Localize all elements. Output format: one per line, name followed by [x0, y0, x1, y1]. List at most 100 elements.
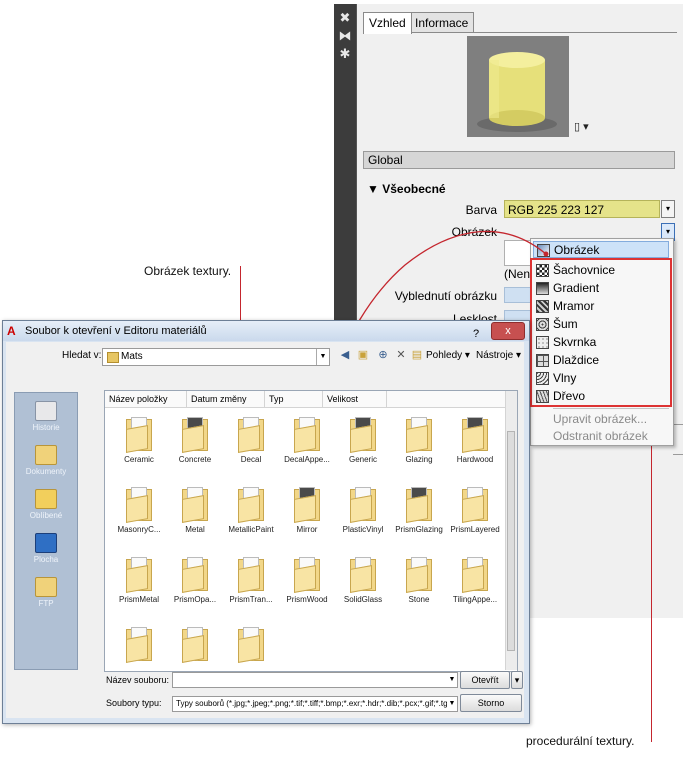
barva-label: Barva [465, 203, 497, 217]
tools-label: Nástroje [476, 350, 514, 361]
properties-icon[interactable]: ✱ [337, 46, 353, 62]
global-bar[interactable]: Global [363, 151, 675, 169]
file-list-header: Název položky Datum změny Typ Velikost [105, 391, 505, 408]
help-button[interactable]: ? [473, 324, 479, 344]
menu-item-obrazek[interactable]: Obrázek [533, 241, 669, 258]
tab-informace[interactable]: Informace [409, 12, 475, 33]
menu-separator [553, 408, 669, 409]
filetype-combo[interactable]: Typy souborů (*.jpg;*.jpeg;*.png;*.tif;*… [172, 696, 458, 712]
folder-item[interactable]: Glazing [391, 417, 447, 477]
obrazek-status: (Neni [504, 267, 533, 281]
tab-vzhled[interactable]: Vzhled [363, 12, 412, 34]
preview-shape-dropdown[interactable]: ▯ ▾ [574, 120, 602, 138]
section-title-label: Všeobecné [382, 182, 446, 196]
folder-icon [406, 557, 432, 593]
folder-icon [238, 487, 264, 523]
callout-line [651, 406, 652, 742]
folder-item[interactable]: PrismLayered [447, 487, 503, 547]
chevron-down-icon[interactable]: ▼ [316, 349, 329, 365]
chevron-down-icon[interactable]: ▼ [447, 697, 457, 711]
tools-menu[interactable]: Nástroje ▾ [476, 350, 521, 361]
column-date[interactable]: Datum změny [187, 391, 265, 407]
barva-field[interactable]: RGB 225 223 127 [504, 200, 660, 218]
barva-dropdown[interactable]: ▾ [661, 200, 675, 218]
folder-label: PrismWood [286, 595, 328, 604]
folder-icon [350, 557, 376, 593]
folder-item[interactable]: TilingAppe... [447, 557, 503, 617]
place-plocha[interactable]: Plocha [15, 533, 77, 564]
folder-item[interactable]: SolidGlass [335, 557, 391, 617]
place-ftp[interactable]: FTP [15, 577, 77, 608]
dialog-close-button[interactable]: x [491, 322, 525, 340]
folder-icon [238, 627, 264, 663]
callout-procedural-textures: procedurální textury. [526, 734, 635, 748]
autocad-logo-icon: A [7, 324, 16, 338]
file-list-scrollbar[interactable] [505, 391, 517, 670]
column-size[interactable]: Velikost [323, 391, 387, 407]
folder-item[interactable]: PlasticVinyl [335, 487, 391, 547]
folder-item[interactable]: PrismTran... [223, 557, 279, 617]
folder-item[interactable]: Concrete [167, 417, 223, 477]
dialog-content: Hledat v: Mats ▼ ◀ ▣ ⊕ ✕ ▤ Pohledy ▾ Nás… [6, 342, 524, 718]
folder-label: PrismMetal [118, 595, 159, 604]
views-label: Pohledy [426, 350, 463, 361]
folder-item[interactable]: Stone [391, 557, 447, 617]
open-options-button[interactable]: ▾ [511, 671, 523, 689]
folder-icon [294, 417, 320, 453]
folder-label: PlasticVinyl [342, 525, 384, 534]
material-preview[interactable] [467, 36, 569, 137]
column-type[interactable]: Typ [265, 391, 323, 407]
views-menu[interactable]: Pohledy ▾ [426, 350, 470, 361]
open-file-dialog: A Soubor k otevření v Editoru materiálů … [2, 320, 530, 724]
look-in-combo[interactable]: Mats ▼ [102, 348, 330, 366]
section-vseobecne[interactable]: ▼ Všeobecné [367, 182, 446, 196]
menu-item-odstranit: Odstranit obrázek [553, 429, 648, 443]
folder-label: SolidGlass [343, 595, 383, 604]
folder-item[interactable]: Mirror [279, 487, 335, 547]
folder-icon [182, 417, 208, 453]
folder-label: Mirror [296, 525, 318, 534]
new-folder-icon[interactable]: ▤ [410, 349, 424, 362]
place-label: Dokumenty [25, 467, 67, 476]
section-toggle-icon[interactable]: ▼ [367, 182, 379, 196]
open-button[interactable]: Otevřít [460, 671, 510, 689]
up-folder-icon[interactable]: ▣ [356, 349, 370, 362]
folder-item[interactable]: MasonryC... [111, 487, 167, 547]
folder-icon [107, 352, 119, 363]
close-icon[interactable]: ✖ [337, 10, 353, 26]
folder-label: PrismOpa... [173, 595, 217, 604]
filename-input[interactable]: ▼ [172, 672, 458, 688]
folder-item[interactable]: Generic [335, 417, 391, 477]
place-oblibene[interactable]: Oblíbené [15, 489, 77, 520]
callout-texture-image: Obrázek textury. [144, 264, 232, 278]
dialog-titlebar[interactable]: A Soubor k otevření v Editoru materiálů … [3, 321, 529, 341]
menu-item-label: Obrázek [554, 243, 600, 257]
place-historie[interactable]: Historie [15, 401, 77, 432]
folder-item[interactable]: Decal [223, 417, 279, 477]
delete-icon[interactable]: ✕ [394, 349, 408, 362]
folder-icon [126, 557, 152, 593]
folder-item[interactable]: Metal [167, 487, 223, 547]
place-dokumenty[interactable]: Dokumenty [15, 445, 77, 476]
file-list[interactable]: Název položky Datum změny Typ Velikost C… [104, 390, 518, 672]
folder-label: Concrete [178, 455, 212, 464]
folder-item[interactable]: PrismOpa... [167, 557, 223, 617]
column-name[interactable]: Název položky [105, 391, 187, 407]
place-label: Oblíbené [29, 511, 63, 520]
folder-item[interactable]: PrismGlazing [391, 487, 447, 547]
search-web-icon[interactable]: ⊕ [376, 349, 390, 362]
folder-item[interactable]: Ceramic [111, 417, 167, 477]
auto-hide-icon[interactable]: ⧓ [337, 28, 353, 44]
scrollbar-thumb[interactable] [507, 431, 515, 651]
folder-label: MetallicPaint [228, 525, 274, 534]
back-icon[interactable]: ◀ [338, 349, 352, 362]
folder-item[interactable]: PrismMetal [111, 557, 167, 617]
chevron-down-icon[interactable]: ▼ [447, 673, 457, 687]
folder-icon [294, 487, 320, 523]
folder-item[interactable]: DecalAppe... [279, 417, 335, 477]
cancel-button[interactable]: Storno [460, 694, 522, 712]
folder-item[interactable]: PrismWood [279, 557, 335, 617]
folder-item[interactable]: Hardwood [447, 417, 503, 477]
folder-icon [294, 557, 320, 593]
folder-item[interactable]: MetallicPaint [223, 487, 279, 547]
